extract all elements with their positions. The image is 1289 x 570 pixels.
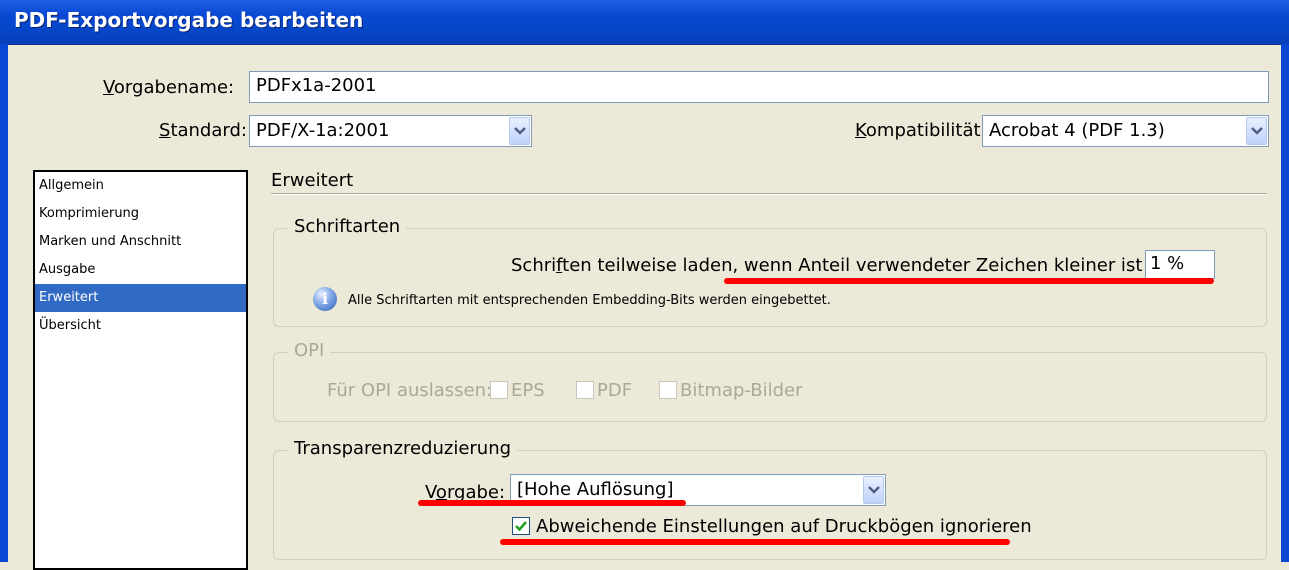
sidebar-item-erweitert[interactable]: Erweitert — [35, 284, 246, 312]
subset-threshold-label: Schriften teilweise laden, wenn Anteil v… — [511, 255, 1180, 276]
preset-name-label: Vorgabename: — [103, 77, 235, 98]
chevron-down-icon — [868, 486, 880, 494]
sidebar-item-uebersicht[interactable]: Übersicht — [35, 312, 246, 340]
compatibility-select-value: Acrobat 4 (PDF 1.3) — [989, 120, 1165, 141]
info-icon: i — [313, 287, 337, 311]
standard-label-rest: tandard: — [170, 120, 247, 141]
opi-eps-label: EPS — [511, 380, 545, 401]
ignore-spread-overrides-label: Abweichende Einstellungen auf Druckbögen… — [536, 516, 1032, 537]
transparency-preset-value: [Hohe Auflösung] — [517, 479, 674, 500]
sidebar-item-allgemein[interactable]: Allgemein — [35, 172, 246, 200]
checkmark-icon — [515, 521, 527, 532]
fonts-legend: Schriftarten — [288, 216, 407, 237]
chevron-down-icon — [514, 127, 526, 135]
opi-pdf-checkbox[interactable] — [576, 381, 594, 399]
section-title: Erweitert — [271, 170, 354, 191]
standard-label: Standard: — [159, 120, 247, 141]
sidebar-item-marken-und-anschnitt[interactable]: Marken und Anschnitt — [35, 228, 246, 256]
subset-threshold-value: 1 % — [1150, 253, 1185, 274]
window-frame-right — [1281, 44, 1289, 562]
compatibility-label: Kompatibilität: — [855, 120, 987, 141]
standard-select-value: PDF/X-1a:2001 — [256, 120, 390, 141]
chevron-down-icon — [1251, 127, 1263, 135]
window-frame-left — [0, 44, 8, 562]
standard-dropdown-button[interactable] — [509, 117, 530, 145]
annotation-underline — [724, 278, 1214, 284]
opi-eps-checkbox[interactable] — [490, 381, 508, 399]
annotation-underline — [418, 500, 686, 506]
fonts-info-text: Alle Schriftarten mit entsprechenden Emb… — [348, 293, 831, 308]
compatibility-dropdown-button[interactable] — [1246, 117, 1267, 145]
ignore-spread-overrides-checkbox[interactable] — [512, 517, 530, 535]
subset-threshold-input[interactable]: 1 % — [1145, 250, 1215, 279]
opi-bitmap-label: Bitmap-Bilder — [680, 380, 803, 401]
section-divider — [271, 193, 1267, 195]
title-bar[interactable]: PDF-Exportvorgabe bearbeiten — [0, 0, 1289, 45]
sidebar-item-komprimierung[interactable]: Komprimierung — [35, 200, 246, 228]
sidebar-item-ausgabe[interactable]: Ausgabe — [35, 256, 246, 284]
transparency-dropdown-button[interactable] — [863, 476, 884, 504]
transparency-legend: Transparenzreduzierung — [288, 438, 518, 459]
opi-legend: OPI — [288, 340, 331, 361]
opi-omit-label: Für OPI auslassen: — [327, 380, 493, 401]
preset-name-label-rest: orgabename: — [113, 77, 235, 98]
window-title: PDF-Exportvorgabe bearbeiten — [14, 8, 364, 32]
opi-bitmap-checkbox[interactable] — [659, 381, 677, 399]
compatibility-select[interactable]: Acrobat 4 (PDF 1.3) — [982, 115, 1269, 147]
compatibility-label-rest: ompatibilität: — [865, 120, 987, 141]
annotation-underline — [500, 539, 1010, 545]
standard-select[interactable]: PDF/X-1a:2001 — [249, 115, 532, 147]
preset-name-value: PDFx1a-2001 — [256, 75, 377, 96]
opi-pdf-label: PDF — [597, 380, 633, 401]
preset-name-input[interactable]: PDFx1a-2001 — [249, 71, 1269, 103]
category-list[interactable]: Allgemein Komprimierung Marken und Ansch… — [33, 170, 248, 570]
